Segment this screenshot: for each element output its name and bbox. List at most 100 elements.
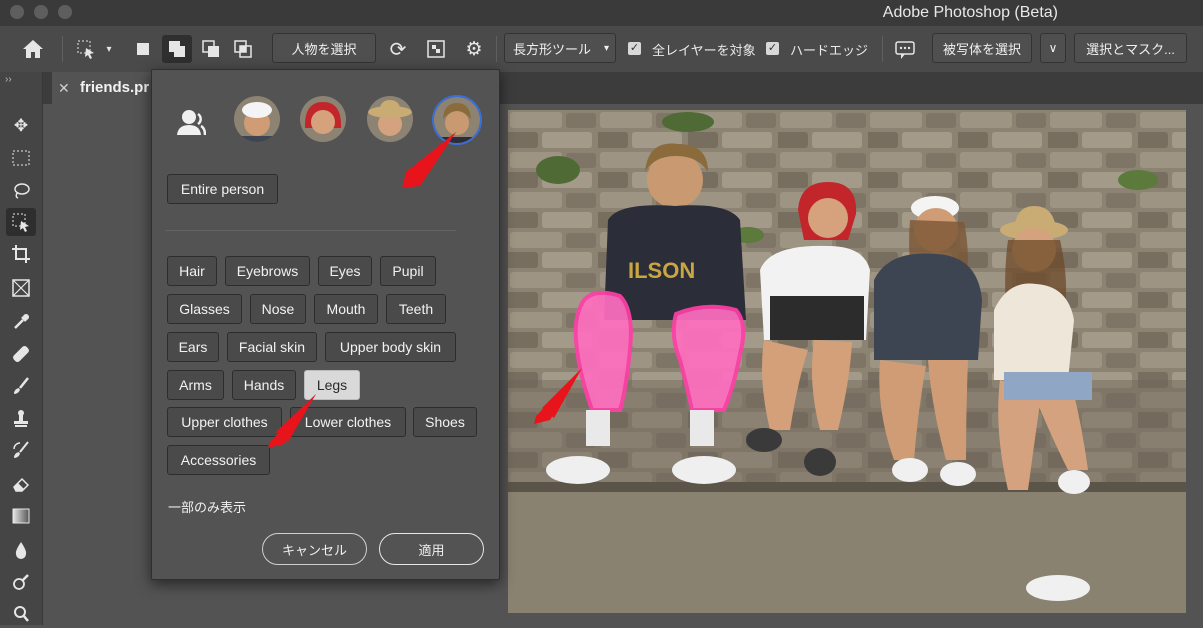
select-and-mask-label: 選択とマスク... — [1086, 41, 1175, 57]
person-thumbnail-2[interactable] — [300, 96, 346, 142]
svg-text:ILSON: ILSON — [628, 258, 695, 283]
part-label: Legs — [316, 377, 348, 393]
part-label: Teeth — [398, 301, 434, 317]
part-arms-button[interactable]: Arms — [167, 370, 224, 400]
part-facial-skin-button[interactable]: Facial skin — [227, 332, 317, 362]
sample-all-layers-label: 全レイヤーを対象 — [652, 43, 756, 58]
intersect-selection-icon[interactable] — [232, 38, 254, 60]
marquee-tool-icon[interactable] — [6, 144, 36, 172]
part-label: Pupil — [392, 263, 424, 279]
chevron-down-icon[interactable]: ▾ — [102, 40, 116, 58]
part-eyebrows-button[interactable]: Eyebrows — [225, 256, 310, 286]
clone-stamp-tool-icon[interactable] — [6, 404, 36, 432]
part-label: Facial skin — [238, 339, 306, 355]
object-selection-tool-icon[interactable] — [74, 36, 98, 62]
sample-all-layers-checkbox[interactable]: ✓ — [628, 42, 641, 55]
window-title: Adobe Photoshop (Beta) — [882, 4, 1058, 21]
annotation-arrow-thumbnail — [402, 132, 456, 188]
hard-edge-label: ハードエッジ — [790, 43, 869, 58]
document-tab-title: friends.pr — [80, 79, 150, 96]
new-selection-icon[interactable] — [134, 40, 152, 58]
part-upper-body-skin-button[interactable]: Upper body skin — [325, 332, 456, 362]
part-label: Hair — [179, 263, 205, 279]
cancel-button[interactable]: キャンセル — [262, 533, 367, 565]
part-nose-button[interactable]: Nose — [250, 294, 306, 324]
part-label: Arms — [179, 377, 212, 393]
tools-panel: ›› ✥ — [0, 72, 43, 625]
add-to-selection-icon[interactable] — [162, 35, 192, 63]
refresh-icon[interactable]: ⟳ — [386, 37, 410, 61]
gradient-tool-icon[interactable] — [6, 502, 36, 530]
annotation-arrow-legs-photo — [534, 368, 582, 424]
part-shoes-button[interactable]: Shoes — [413, 407, 477, 437]
subtract-from-selection-icon[interactable] — [200, 38, 222, 60]
part-label: Upper clothes — [181, 414, 268, 430]
part-hair-button[interactable]: Hair — [167, 256, 217, 286]
close-icon[interactable]: ✕ — [58, 80, 70, 97]
select-people-label: 人物を選択 — [291, 41, 357, 57]
part-label: Ears — [178, 339, 208, 355]
part-ears-button[interactable]: Ears — [167, 332, 219, 362]
group-photo: ILSON — [508, 110, 1186, 613]
part-label: Eyes — [329, 263, 361, 279]
title-bar: Adobe Photoshop (Beta) — [0, 0, 1203, 26]
annotation-arrow-legs-chip — [268, 394, 316, 448]
part-label: Mouth — [326, 301, 366, 317]
object-selection-tool-icon[interactable] — [6, 208, 36, 236]
select-people-button[interactable]: 人物を選択 — [272, 33, 376, 63]
cancel-label: キャンセル — [281, 542, 347, 558]
enhance-edge-icon[interactable] — [424, 37, 448, 61]
dodge-tool-icon[interactable] — [6, 568, 36, 596]
part-label: Accessories — [180, 452, 257, 468]
select-subject-label: 被写体を選択 — [942, 41, 1021, 57]
hard-edge-checkbox[interactable]: ✓ — [766, 42, 779, 55]
part-pupil-button[interactable]: Pupil — [380, 256, 436, 286]
person-thumbnail-1[interactable] — [234, 96, 280, 142]
select-and-mask-button[interactable]: 選択とマスク... — [1074, 33, 1187, 63]
feedback-icon[interactable] — [892, 37, 918, 63]
gear-icon[interactable]: ⚙ — [462, 37, 486, 61]
part-accessories-button[interactable]: Accessories — [167, 445, 270, 475]
options-bar: ▾ 人物を選択 ⟳ ⚙ 長方形ツール ▾ ✓ 全レイヤーを対象 ✓ ハードエッジ… — [0, 26, 1203, 73]
part-eyes-button[interactable]: Eyes — [318, 256, 372, 286]
entire-person-button[interactable]: Entire person — [167, 174, 278, 204]
show-partial-label: 一部のみ表示 — [168, 500, 247, 515]
history-brush-tool-icon[interactable] — [6, 436, 36, 464]
marquee-mode-label: 長方形ツール — [513, 41, 592, 57]
crop-tool-icon[interactable] — [6, 240, 36, 268]
entire-person-label: Entire person — [180, 181, 265, 197]
part-label: Glasses — [179, 301, 230, 317]
pen-tool-icon[interactable] — [6, 600, 36, 628]
close-window-button[interactable] — [10, 5, 24, 19]
zoom-window-button[interactable] — [58, 5, 72, 19]
eraser-tool-icon[interactable] — [6, 470, 36, 498]
chevron-down-icon: ∨ — [1048, 41, 1058, 55]
select-subject-dropdown[interactable]: ∨ — [1040, 33, 1066, 63]
part-glasses-button[interactable]: Glasses — [167, 294, 242, 324]
part-label: Hands — [243, 377, 285, 393]
apply-label: 適用 — [418, 542, 445, 558]
select-subject-button[interactable]: 被写体を選択 — [932, 33, 1032, 63]
healing-brush-tool-icon[interactable] — [6, 340, 36, 368]
move-tool-icon[interactable]: ✥ — [6, 112, 36, 140]
person-icon[interactable] — [176, 108, 207, 138]
part-label: Nose — [261, 301, 295, 317]
apply-button[interactable]: 適用 — [379, 533, 484, 565]
part-label: Eyebrows — [236, 263, 299, 279]
frame-tool-icon[interactable] — [6, 274, 36, 302]
document-canvas[interactable]: ILSON — [508, 110, 1186, 613]
part-upper-clothes-button[interactable]: Upper clothes — [167, 407, 282, 437]
brush-tool-icon[interactable] — [6, 372, 36, 400]
part-label: Upper body skin — [339, 339, 442, 355]
eyedropper-tool-icon[interactable] — [6, 308, 36, 336]
part-teeth-button[interactable]: Teeth — [386, 294, 446, 324]
home-icon[interactable] — [18, 36, 48, 62]
lasso-tool-icon[interactable] — [6, 176, 36, 204]
minimize-window-button[interactable] — [34, 5, 48, 19]
expand-panel-icon[interactable]: ›› — [5, 74, 12, 85]
part-label: Shoes — [425, 414, 465, 430]
blur-tool-icon[interactable] — [6, 536, 36, 564]
part-mouth-button[interactable]: Mouth — [314, 294, 378, 324]
panel-divider — [165, 230, 456, 231]
marquee-mode-dropdown[interactable]: 長方形ツール ▾ — [504, 33, 616, 63]
